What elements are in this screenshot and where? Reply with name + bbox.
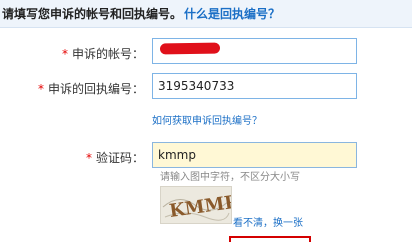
captcha-hint: 请输入图中字符，不区分大小写 (160, 172, 300, 183)
form-header: 请填写您申诉的帐号和回执编号。 什么是回执编号？ (0, 0, 412, 28)
required-mark: * (61, 47, 68, 61)
captcha-label: * 验证码： (86, 149, 144, 166)
captcha-text: KMMP (168, 191, 231, 221)
how-to-get-receipt-link[interactable]: 如何获取申诉回执编号？ (152, 112, 262, 127)
submit-button[interactable] (229, 236, 311, 242)
header-title-row: 请填写您申诉的帐号和回执编号。 什么是回执编号？ (2, 5, 280, 22)
receipt-number-input[interactable] (152, 73, 357, 99)
captcha-label-text: 验证码： (95, 151, 144, 165)
account-label: * 申诉的帐号： (62, 45, 144, 62)
refresh-captcha-link[interactable]: 看不清，换一张 (233, 214, 303, 229)
header-title: 请填写您申诉的帐号和回执编号。 (2, 7, 183, 21)
captcha-image[interactable]: KMMP (160, 186, 232, 224)
redaction-mark (159, 42, 221, 55)
required-mark: * (85, 151, 92, 165)
captcha-input[interactable] (152, 142, 357, 168)
what-is-receipt-link[interactable]: 什么是回执编号？ (184, 7, 280, 21)
receipt-label-text: 申诉的回执编号： (47, 82, 144, 96)
captcha-graphic: KMMP (162, 191, 231, 222)
account-label-text: 申诉的帐号： (71, 47, 144, 61)
receipt-label: * 申诉的回执编号： (38, 80, 144, 97)
required-mark: * (37, 82, 44, 96)
